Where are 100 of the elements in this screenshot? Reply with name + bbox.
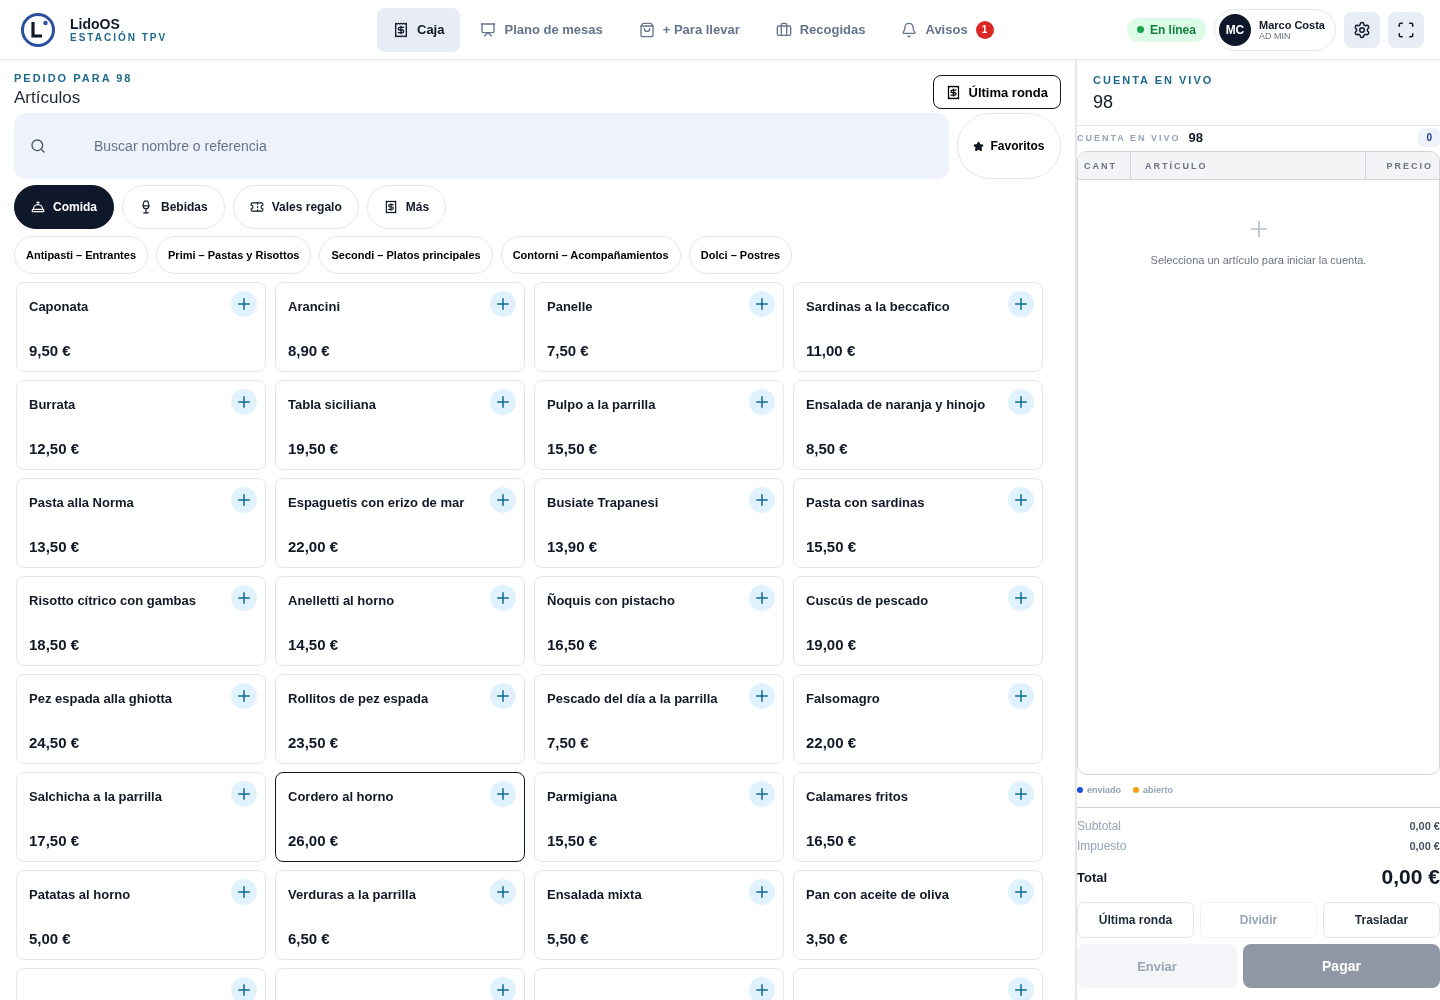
add-button[interactable] (490, 781, 516, 807)
product-card[interactable]: Risotto cítrico con gambas 18,50 € (16, 576, 266, 666)
grand-total-label: Total (1077, 869, 1108, 885)
add-button[interactable] (490, 389, 516, 415)
product-price: 19,00 € (806, 636, 858, 653)
add-button[interactable] (490, 683, 516, 709)
nav-tab[interactable]: Recogidas (759, 7, 882, 52)
add-button[interactable] (749, 291, 775, 317)
add-button[interactable] (749, 487, 775, 513)
add-button[interactable] (490, 879, 516, 905)
product-card[interactable]: Pasta con sardinas 15,50 € (793, 478, 1043, 568)
bell-icon (901, 21, 918, 38)
product-card[interactable]: Ensalada de naranja y hinojo 8,50 € (793, 380, 1043, 470)
add-button[interactable] (1008, 585, 1034, 611)
add-button[interactable] (1008, 879, 1034, 905)
nav-tab[interactable]: Plano de mesas (464, 7, 619, 52)
column-header: CANT (1083, 159, 1118, 173)
settings-button[interactable] (1344, 11, 1380, 48)
product-card[interactable]: Burrata 12,50 € (16, 380, 266, 470)
category-chip[interactable]: Comida (14, 185, 114, 229)
add-button[interactable] (231, 879, 257, 905)
product-price: 22,00 € (288, 538, 340, 555)
subcategory-chip[interactable]: Secondi – Platos principales (319, 236, 493, 274)
product-card[interactable]: Busiate Trapanesi 13,90 € (534, 478, 784, 568)
action-button[interactable]: Última ronda (1077, 902, 1194, 938)
fullscreen-button[interactable] (1388, 11, 1424, 48)
add-button[interactable] (231, 977, 257, 1000)
product-card[interactable]: Rollitos de pez espada 23,50 € (275, 674, 525, 764)
add-button[interactable] (749, 389, 775, 415)
plus-icon (753, 785, 771, 803)
nav-tab[interactable]: + Para llevar (622, 7, 756, 52)
add-button[interactable] (231, 487, 257, 513)
nav-tab[interactable]: Avisos 1 (885, 7, 1010, 52)
subcategory-chip[interactable]: Antipasti – Entrantes (14, 236, 149, 274)
product-card[interactable]: Sardinas a la beccafico 11,00 € (793, 282, 1043, 372)
add-button[interactable] (749, 879, 775, 905)
favorites-button[interactable]: Favoritos (957, 113, 1061, 179)
product-card[interactable]: Verduras a la parrilla 6,50 € (275, 870, 525, 960)
product-card[interactable]: Parmigiana 15,50 € (534, 772, 784, 862)
add-button[interactable] (749, 683, 775, 709)
product-card[interactable]: Pez espada alla ghiotta 24,50 € (16, 674, 266, 764)
product-price: 16,50 € (806, 832, 858, 849)
add-button[interactable] (749, 977, 775, 1000)
product-card[interactable]: Panelle 7,50 € (534, 282, 784, 372)
add-button[interactable] (490, 585, 516, 611)
category-chip[interactable]: Más (366, 185, 447, 229)
add-button[interactable] (231, 389, 257, 415)
product-card[interactable]: Pan con aceite de oliva 3,50 € (793, 870, 1043, 960)
product-card[interactable]: Cordero al horno 26,00 € (275, 772, 525, 862)
add-button[interactable] (1008, 487, 1034, 513)
column-header: PRECIO (1365, 152, 1439, 179)
product-price: 8,50 € (806, 440, 849, 457)
action-button[interactable]: Trasladar (1323, 902, 1440, 938)
add-button[interactable] (1008, 291, 1034, 317)
nav-tab[interactable]: Caja (377, 7, 461, 52)
product-price: 15,50 € (547, 832, 599, 849)
subcategory-chip[interactable]: Primi – Pastas y Risottos (156, 236, 312, 274)
product-name: Patatas al horno (29, 887, 131, 902)
product-card[interactable]: Espaguetis con erizo de mar 22,00 € (275, 478, 525, 568)
plus-icon (494, 393, 512, 411)
briefcase-icon (775, 21, 792, 38)
plus-icon (1012, 883, 1030, 901)
product-card[interactable]: Falsomagro 22,00 € (793, 674, 1043, 764)
product-card[interactable]: Ensalada mixta 5,50 € (534, 870, 784, 960)
add-button[interactable] (490, 487, 516, 513)
add-button[interactable] (1008, 977, 1034, 1000)
subcategory-chip[interactable]: Dolci – Postres (688, 236, 793, 274)
add-button[interactable] (749, 585, 775, 611)
product-card[interactable]: Ñoquis con pistacho 16,50 € (534, 576, 784, 666)
add-button[interactable] (231, 291, 257, 317)
product-card[interactable]: Anelletti al horno 14,50 € (275, 576, 525, 666)
add-button[interactable] (231, 781, 257, 807)
add-button[interactable] (1008, 389, 1034, 415)
product-card[interactable]: Pescado del día a la parrilla 7,50 € (534, 674, 784, 764)
product-card[interactable]: Patatas al horno 5,00 € (16, 870, 266, 960)
add-button[interactable] (1008, 781, 1034, 807)
product-card[interactable]: Cuscús de pescado 19,00 € (793, 576, 1043, 666)
plus-icon (494, 491, 512, 509)
last-round-button[interactable]: Última ronda (932, 75, 1061, 109)
search-field[interactable]: Buscar nombre o referencia (14, 113, 949, 179)
add-button[interactable] (490, 977, 516, 1000)
product-card[interactable]: Arancini 8,90 € (275, 282, 525, 372)
category-chip[interactable]: Bebidas (122, 185, 225, 229)
category-chip[interactable]: Vales regalo (232, 185, 359, 229)
product-card[interactable]: Pulpo a la parrilla 15,50 € (534, 380, 784, 470)
product-card[interactable]: Pasta alla Norma 13,50 € (16, 478, 266, 568)
plus-icon (753, 687, 771, 705)
product-card[interactable]: Caponata 9,50 € (16, 282, 266, 372)
add-button[interactable] (1008, 683, 1034, 709)
product-card[interactable]: Calamares fritos 16,50 € (793, 772, 1043, 862)
product-price: 11,00 € (806, 342, 857, 359)
star-icon (973, 140, 985, 152)
product-card[interactable]: Tabla siciliana 19,50 € (275, 380, 525, 470)
subcategory-chip[interactable]: Contorni – Acompañamientos (500, 236, 681, 274)
add-button[interactable] (749, 781, 775, 807)
add-button[interactable] (231, 585, 257, 611)
product-card[interactable]: Salchicha a la parrilla 17,50 € (16, 772, 266, 862)
add-button[interactable] (490, 291, 516, 317)
user-role: AD MIN (1258, 30, 1292, 41)
add-button[interactable] (231, 683, 257, 709)
